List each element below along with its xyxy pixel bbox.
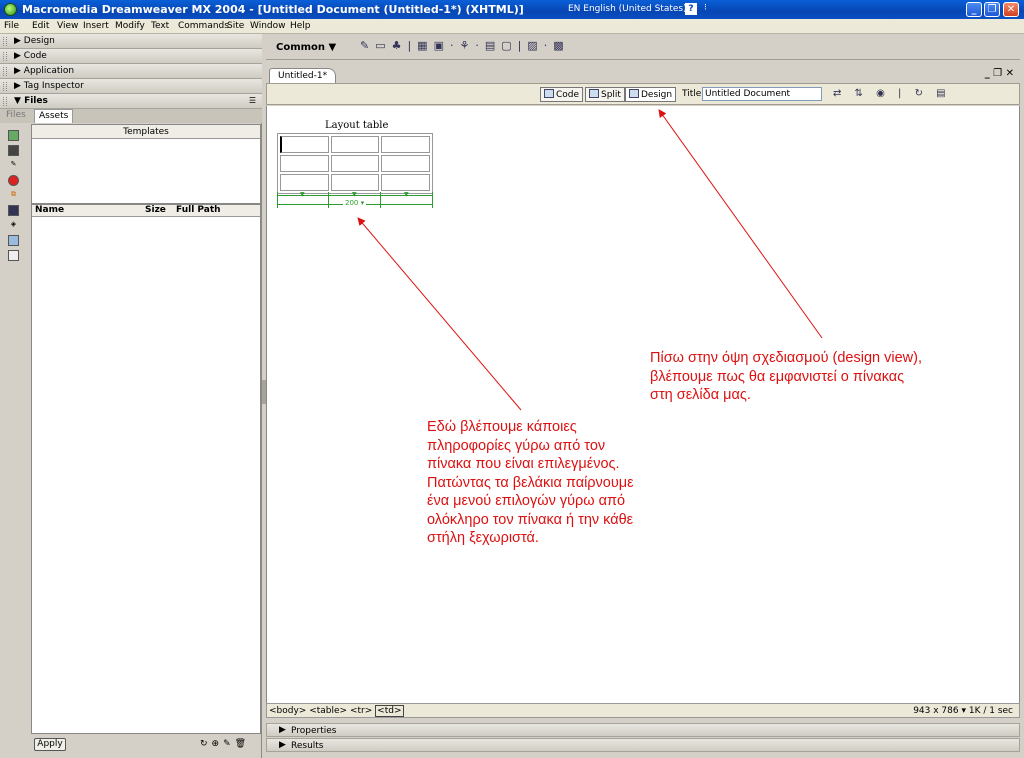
tag-selector: <body> <table> <tr> <td> [269,705,404,717]
menu-view[interactable]: View [57,21,78,31]
asset-category-toolbar: ✎ ⧉ ◈ [8,130,26,265]
language-indicator[interactable]: EN English (United States) [568,4,687,14]
code-view-button[interactable]: Code [540,87,584,102]
annotation-design-view: Πίσω στην όψη σχεδιασμού (design view), … [650,350,922,403]
document-window-controls[interactable]: _ ❐ ✕ [985,68,1014,79]
panel-options-icon[interactable]: ☰ [249,96,256,105]
menu-modify[interactable]: Modify [115,21,145,31]
edit-icon[interactable]: ✎ [223,739,235,749]
flash-icon[interactable] [8,175,19,186]
library-icon[interactable] [8,250,19,261]
document-tab[interactable]: Untitled-1* [269,68,337,83]
column-size[interactable]: Size [145,205,166,215]
title-label: Title: [682,89,705,99]
column-full-path[interactable]: Full Path [176,205,221,215]
movies-icon[interactable] [8,205,19,216]
window-size-indicator[interactable]: 943 x 786 ▾ 1K / 1 sec [913,706,1013,716]
scripts-icon[interactable]: ◈ [8,220,19,231]
menu-help[interactable]: Help [290,21,311,31]
insert-bar: Common ▼ ✎▭♣|▦▣·⚘·▤▢|▨·▩ [266,34,1020,60]
menu-file[interactable]: File [4,21,19,31]
language-options-icon[interactable]: ⁝ [704,3,707,13]
document-tools[interactable]: ⇄ ⇅ ◉ | ↻ ▤ [833,88,951,99]
templates-preview: Templates [31,124,261,204]
colors-icon[interactable] [8,145,19,156]
maximize-button[interactable]: ❐ [984,2,1000,17]
document-toolbar: Code Split Design Title: ⇄ ⇅ ◉ | ↻ ▤ [266,83,1020,105]
split-view-button[interactable]: Split [585,87,625,102]
minimize-button[interactable]: _ [966,2,982,17]
tab-assets[interactable]: Assets [34,109,74,123]
tab-files[interactable]: Files [2,109,30,123]
language-help-icon[interactable]: ? [685,3,697,15]
tag-tr[interactable]: <tr> [350,706,372,716]
menu-bar: File Edit View Insert Modify Text Comman… [0,19,1024,34]
insert-tools[interactable]: ✎▭♣|▦▣·⚘·▤▢|▨·▩ [360,39,570,52]
panel-tag-inspector-header[interactable]: ▶ Tag Inspector [0,79,262,94]
menu-commands[interactable]: Commands [178,21,229,31]
arrow-to-width-guide [357,217,522,411]
urls-icon[interactable]: ✎ [8,160,19,171]
assets-list[interactable]: Name Size Full Path [31,204,261,734]
assets-actions: ↻⊕✎🗑 [200,739,250,749]
properties-panel-header[interactable]: ▶ Properties [266,723,1020,737]
annotation-table-info: Εδώ βλέπουμε κάποιες πληροφορίες γύρω απ… [427,419,634,546]
shockwave-icon[interactable]: ⧉ [8,190,19,201]
insert-category-menu[interactable]: Common ▼ [276,42,336,53]
templates-icon[interactable] [8,235,19,246]
assets-list-columns: Name Size Full Path [32,205,260,217]
panel-design-header[interactable]: ▶ Design [0,34,262,49]
panel-application-header[interactable]: ▶ Application [0,64,262,79]
left-panel-group: ▶ Design ▶ Code ▶ Application ▶ Tag Insp… [0,34,262,758]
status-bar: <body> <table> <tr> <td> 943 x 786 ▾ 1K … [266,703,1020,718]
close-button[interactable]: ✕ [1003,2,1019,17]
document-tabbar: Untitled-1* _ ❐ ✕ [266,67,1020,83]
panel-code-header[interactable]: ▶ Code [0,49,262,64]
grip-icon[interactable] [3,67,7,76]
images-icon[interactable] [8,130,19,141]
files-tabs: Files Assets [0,109,262,123]
document-title-input[interactable] [702,87,822,101]
grip-icon[interactable] [3,97,7,106]
menu-text[interactable]: Text [151,21,169,31]
delete-icon[interactable]: 🗑 [235,739,250,749]
grip-icon[interactable] [3,52,7,61]
tag-table[interactable]: <table> [309,706,347,716]
document-area: Common ▼ ✎▭♣|▦▣·⚘·▤▢|▨·▩ Untitled-1* _ ❐… [266,34,1020,758]
apply-button[interactable]: Apply [34,738,66,751]
menu-insert[interactable]: Insert [83,21,109,31]
dreamweaver-app-icon [4,3,17,16]
grip-icon[interactable] [3,37,7,46]
menu-window[interactable]: Window [250,21,286,31]
design-view-button[interactable]: Design [625,87,677,102]
title-bar: Macromedia Dreamweaver MX 2004 - [Untitl… [0,0,1024,19]
arrow-to-design-button [658,109,823,339]
tag-body[interactable]: <body> [269,706,306,716]
menu-edit[interactable]: Edit [32,21,49,31]
insert-icon[interactable]: ⊕ [212,739,224,749]
column-name[interactable]: Name [35,205,64,215]
panel-files-header[interactable]: ▼ Files ☰ [0,94,262,109]
menu-site[interactable]: Site [227,21,244,31]
design-view[interactable]: Layout table ▼ ▼ ▼ 200 ▾ Πίσω στην όψη σ… [266,106,1020,703]
annotation-arrows [357,109,823,411]
results-panel-header[interactable]: ▶ Results [266,738,1020,752]
tag-td[interactable]: <td> [375,705,404,717]
templates-header: Templates [32,125,260,139]
refresh-icon[interactable]: ↻ [200,739,212,749]
window-title: Macromedia Dreamweaver MX 2004 - [Untitl… [22,3,524,16]
grip-icon[interactable] [3,82,7,91]
